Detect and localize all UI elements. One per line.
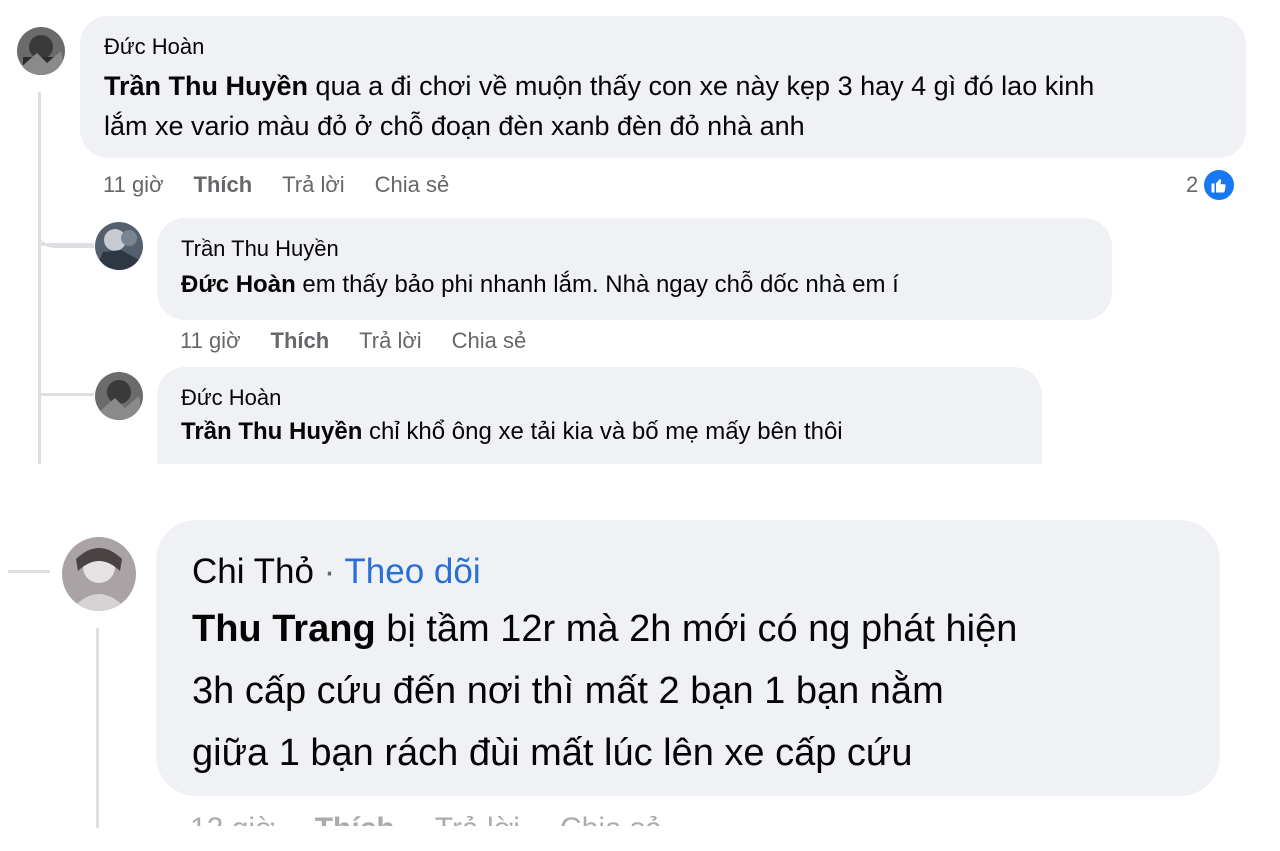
avatar[interactable] bbox=[62, 537, 136, 611]
share-button[interactable]: Chia sẻ bbox=[560, 812, 662, 826]
like-button[interactable]: Thích bbox=[315, 812, 395, 826]
thread-connector bbox=[40, 393, 94, 396]
like-button[interactable]: Thích bbox=[271, 328, 330, 354]
avatar[interactable] bbox=[95, 372, 143, 420]
comment-bubble: Trần Thu Huyền Đức Hoàn em thấy bảo phi … bbox=[157, 218, 1112, 320]
comment-header: Chi Thỏ · Theo dõi bbox=[192, 550, 1184, 594]
mention[interactable]: Đức Hoàn bbox=[181, 271, 296, 298]
share-button[interactable]: Chia sẻ bbox=[452, 328, 527, 354]
avatar[interactable] bbox=[95, 222, 143, 270]
thread-line bbox=[96, 628, 99, 828]
thread-connector bbox=[40, 243, 94, 246]
comment-body: lắm xe vario màu đỏ ở chỗ đoạn đèn xanb … bbox=[104, 111, 805, 141]
comment-bubble: Đức Hoàn Trần Thu Huyền qua a đi chơi về… bbox=[80, 16, 1246, 158]
mention[interactable]: Trần Thu Huyền bbox=[104, 71, 308, 101]
follow-button[interactable]: Theo dõi bbox=[344, 552, 480, 591]
comment-author[interactable]: Chi Thỏ bbox=[192, 552, 314, 591]
mention[interactable]: Trần Thu Huyền bbox=[181, 418, 362, 445]
thread-connector bbox=[38, 205, 94, 248]
mention[interactable]: Thu Trang bbox=[192, 608, 376, 650]
comment-time[interactable]: 11 giờ bbox=[103, 172, 164, 198]
like-button[interactable]: Thích bbox=[194, 172, 253, 198]
thumbs-up-icon bbox=[1202, 168, 1237, 202]
avatar[interactable] bbox=[17, 27, 65, 75]
comment-text: Trần Thu Huyền chỉ khổ ông xe tải kia và… bbox=[181, 413, 1018, 451]
comment-body: qua a đi chơi về muộn thấy con xe này kẹ… bbox=[315, 71, 1095, 101]
reply-button[interactable]: Trả lời bbox=[282, 172, 345, 198]
thread-connector bbox=[8, 570, 50, 573]
comment-body: bị tầm 12r mà 2h mới có ng phát hiện bbox=[386, 608, 1018, 650]
comment-bubble: Chi Thỏ · Theo dõi Thu Trang bị tầm 12r … bbox=[156, 520, 1220, 796]
comment-time[interactable]: 12 giờ bbox=[190, 812, 275, 826]
separator-dot: · bbox=[323, 552, 336, 591]
comment-bubble: Đức Hoàn Trần Thu Huyền chỉ khổ ông xe t… bbox=[157, 367, 1042, 464]
action-row-clip: 12 giờ Thích Trả lời Chia sẻ bbox=[190, 812, 890, 826]
comment-actions: 12 giờ Thích Trả lời Chia sẻ bbox=[190, 812, 692, 826]
reply-button[interactable]: Trả lời bbox=[359, 328, 422, 354]
reaction-count-label: 2 bbox=[1186, 172, 1199, 197]
comment-actions: 11 giờ Thích Trả lời Chia sẻ bbox=[180, 328, 556, 354]
comment-body: em thấy bảo phi nhanh lắm. Nhà ngay chỗ … bbox=[302, 271, 899, 298]
comment-text: Trần Thu Huyền qua a đi chơi về muộn thấ… bbox=[104, 66, 1222, 146]
share-button[interactable]: Chia sẻ bbox=[375, 172, 450, 198]
comment-body: giữa 1 bạn rách đùi mất lúc lên xe cấp c… bbox=[192, 732, 913, 774]
reaction-count[interactable]: 2 bbox=[1186, 168, 1237, 202]
comment-actions: 11 giờ Thích Trả lời Chia sẻ bbox=[103, 172, 479, 198]
comment-author[interactable]: Đức Hoàn bbox=[181, 383, 1018, 413]
comment-body: 3h cấp cứu đến nơi thì mất 2 bạn 1 bạn n… bbox=[192, 670, 944, 712]
screenshot-divider bbox=[0, 464, 1280, 514]
comment-text: Thu Trang bị tầm 12r mà 2h mới có ng phá… bbox=[192, 598, 1184, 784]
comment-author[interactable]: Đức Hoàn bbox=[104, 32, 1222, 62]
comment-text: Đức Hoàn em thấy bảo phi nhanh lắm. Nhà … bbox=[181, 266, 1088, 304]
comment-author[interactable]: Trần Thu Huyền bbox=[181, 234, 1088, 264]
comment-time[interactable]: 11 giờ bbox=[180, 328, 241, 354]
reply-button[interactable]: Trả lời bbox=[435, 812, 520, 826]
comment-body: chỉ khổ ông xe tải kia và bố mẹ mấy bên … bbox=[369, 418, 843, 445]
thread-line bbox=[38, 92, 41, 464]
